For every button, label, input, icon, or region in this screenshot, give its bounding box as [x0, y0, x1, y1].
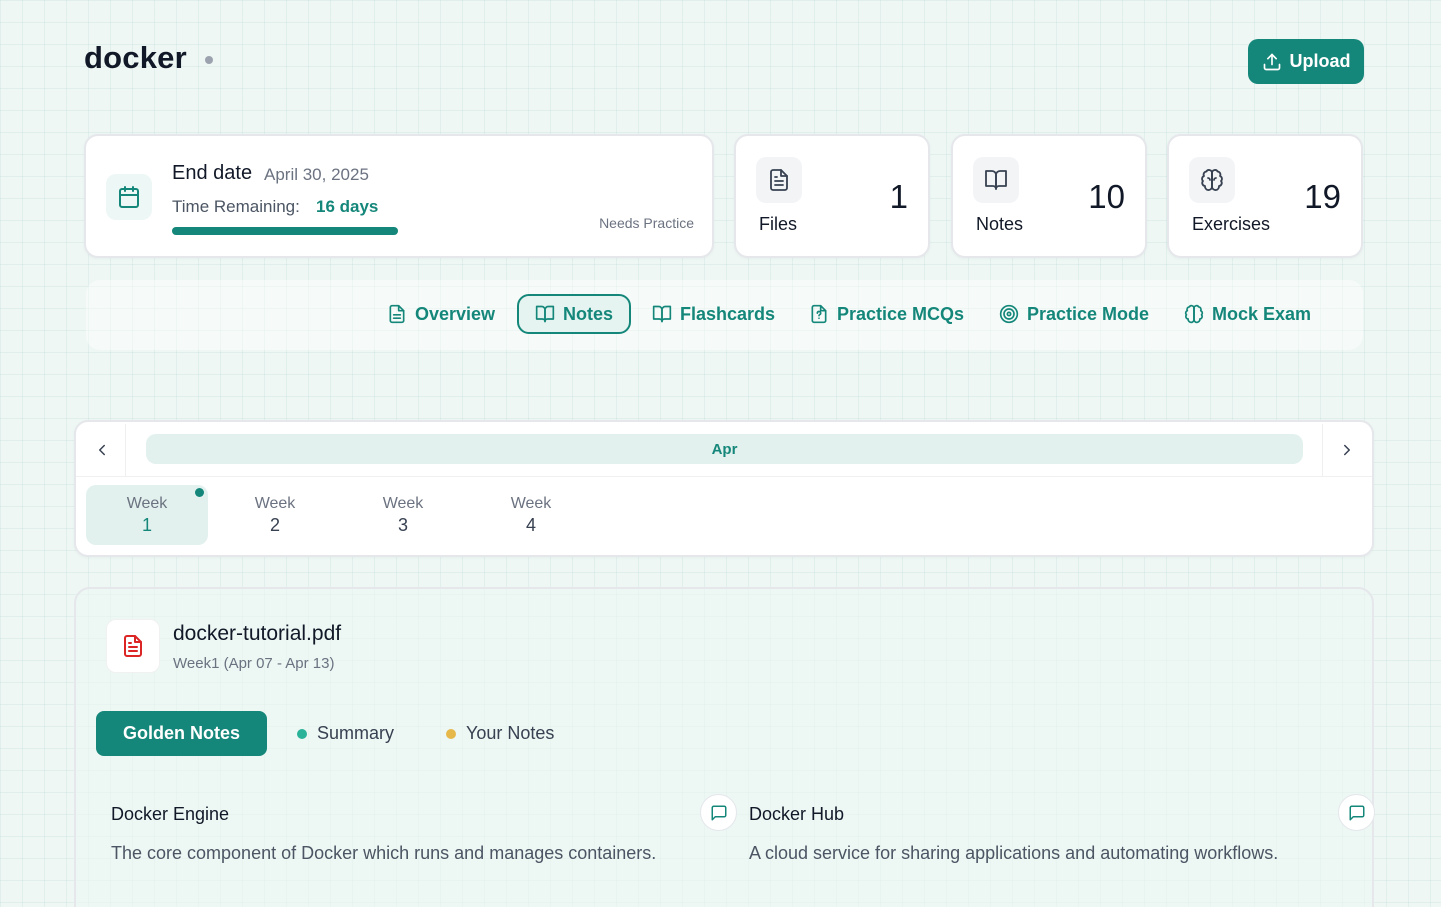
month-label: Apr	[146, 434, 1303, 464]
time-remaining-label: Time Remaining:	[172, 197, 300, 216]
week-label: Week	[254, 494, 296, 512]
pdf-file-icon	[124, 635, 142, 657]
brain-icon	[1201, 169, 1223, 191]
exercises-stat-card[interactable]: 19 Exercises	[1167, 134, 1363, 258]
tab-mock-exam[interactable]: Mock Exam	[1168, 294, 1327, 334]
upload-button[interactable]: Upload	[1248, 39, 1364, 84]
note-title: Docker Hub	[749, 804, 845, 824]
tab-label: Practice MCQs	[837, 303, 965, 324]
brain-icon	[1184, 304, 1204, 324]
upload-icon	[1263, 53, 1280, 70]
book-open-icon	[652, 305, 672, 323]
time-remaining-value: 16 days	[316, 197, 379, 216]
chevron-right-icon	[1343, 444, 1350, 456]
prev-month-button[interactable]	[78, 424, 126, 476]
note-description: A cloud service for sharing applications…	[749, 843, 1279, 863]
brain-icon-box	[1189, 157, 1235, 203]
file-week-range: Week1 (Apr 07 - Apr 13)	[173, 655, 335, 672]
target-icon	[999, 304, 1019, 324]
time-progress-fill	[172, 227, 398, 235]
week-selector: Apr Week 1 Week 2 Week 3 Week 4	[74, 420, 1374, 557]
notes-panel: docker-tutorial.pdf Week1 (Apr 07 - Apr …	[74, 587, 1375, 907]
tab-label: Flashcards	[680, 303, 776, 324]
message-square-icon	[711, 805, 726, 820]
week-number: 4	[525, 514, 536, 535]
end-date-label: End date	[172, 162, 253, 184]
week-item-3[interactable]: Week 3	[342, 485, 464, 545]
status-text: Needs Practice	[599, 215, 694, 231]
week-label: Week	[126, 494, 168, 512]
week-indicator-dot	[195, 488, 204, 497]
note-card: Docker Engine The core component of Dock…	[111, 794, 737, 864]
week-number: 1	[141, 514, 152, 535]
your-notes-dot	[446, 728, 456, 739]
upload-label: Upload	[1289, 51, 1351, 71]
tab-practice-mode[interactable]: Practice Mode	[983, 294, 1165, 334]
tab-overview[interactable]: Overview	[371, 294, 511, 334]
tab-your-notes[interactable]: Your Notes	[446, 711, 554, 756]
tab-label: Golden Notes	[122, 723, 240, 743]
summary-dot	[297, 728, 307, 739]
calendar-icon	[119, 186, 139, 208]
exercises-count: 19	[1304, 178, 1341, 215]
tab-label: Overview	[415, 303, 496, 324]
book-open-icon-box	[973, 157, 1019, 203]
file-text-icon	[770, 169, 788, 191]
tab-label: Summary	[317, 723, 395, 743]
next-month-button[interactable]	[1322, 424, 1370, 476]
tab-notes[interactable]: Notes	[517, 294, 632, 334]
schedule-card: End date April 30, 2025 Time Remaining: …	[84, 134, 714, 258]
book-open-icon	[985, 170, 1007, 190]
week-label: Week	[382, 494, 424, 512]
week-label: Week	[510, 494, 552, 512]
chevron-left-icon	[98, 444, 105, 456]
tab-golden-notes[interactable]: Golden Notes	[96, 711, 267, 756]
message-square-icon	[1349, 805, 1364, 820]
tab-flashcards[interactable]: Flashcards	[636, 294, 791, 334]
tab-summary[interactable]: Summary	[297, 711, 394, 756]
tab-label: Practice Mode	[1027, 303, 1150, 324]
files-count: 1	[889, 178, 908, 215]
time-progress-bar	[172, 227, 398, 235]
week-item-1[interactable]: Week 1	[86, 485, 208, 545]
pdf-file-icon-box	[106, 619, 160, 673]
file-name: docker-tutorial.pdf	[173, 622, 342, 645]
files-stat-card[interactable]: 1 Files	[734, 134, 930, 258]
tab-label: Mock Exam	[1212, 303, 1312, 324]
week-number: 2	[269, 514, 280, 535]
file-question-icon	[811, 304, 827, 324]
notes-stat-card[interactable]: 10 Notes	[951, 134, 1147, 258]
notes-label: Notes	[976, 214, 1024, 234]
comment-button[interactable]	[1338, 794, 1375, 831]
notes-count: 10	[1088, 178, 1125, 215]
divider	[76, 476, 1372, 477]
tab-label: Your Notes	[466, 723, 555, 743]
status-dot	[205, 56, 213, 64]
files-label: Files	[759, 214, 798, 234]
end-date-value: April 30, 2025	[264, 165, 369, 184]
note-description: The core component of Docker which runs …	[111, 843, 657, 863]
note-title: Docker Engine	[111, 804, 230, 824]
book-open-icon	[535, 305, 555, 323]
tab-label: Notes	[563, 303, 614, 324]
file-text-icon	[389, 304, 405, 324]
tab-practice-mcqs[interactable]: Practice MCQs	[793, 294, 980, 334]
calendar-icon-box	[106, 174, 152, 220]
week-item-4[interactable]: Week 4	[470, 485, 592, 545]
page-title: docker	[84, 40, 187, 75]
week-number: 3	[397, 514, 408, 535]
note-card: Docker Hub A cloud service for sharing a…	[749, 794, 1375, 864]
week-item-2[interactable]: Week 2	[214, 485, 336, 545]
file-text-icon-box	[756, 157, 802, 203]
exercises-label: Exercises	[1192, 214, 1271, 234]
comment-button[interactable]	[700, 794, 737, 831]
